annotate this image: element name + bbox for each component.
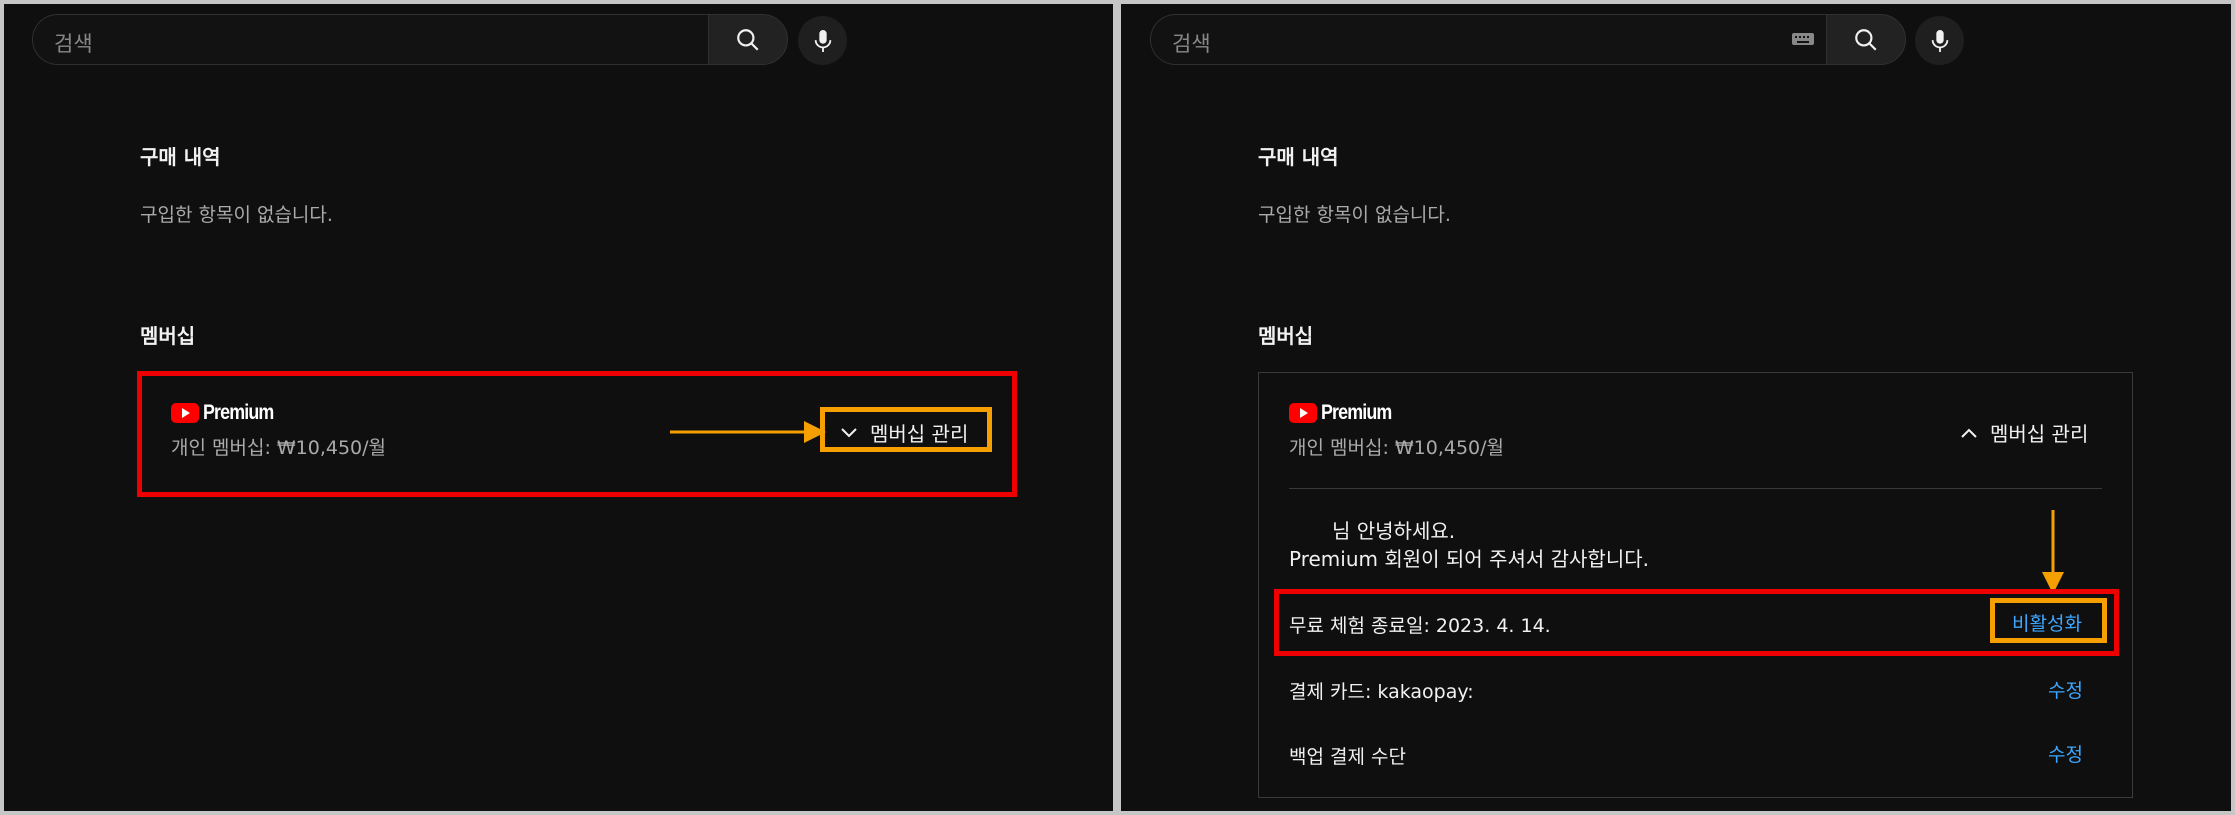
search-icon: [737, 28, 759, 51]
arrow-down-icon: [2042, 510, 2064, 594]
search-placeholder: 검색: [54, 32, 93, 56]
purchases-empty-text: 구입한 항목이 없습니다.: [140, 204, 333, 226]
chevron-up-icon: [1961, 428, 1977, 438]
manage-membership-label: 멤버십 관리: [1990, 422, 2089, 446]
payment-card-label: 결제 카드: kakaopay:: [1289, 681, 1474, 703]
purchases-title: 구매 내역: [140, 145, 221, 169]
purchases-empty-text: 구입한 항목이 없습니다.: [1258, 204, 1451, 226]
search-button[interactable]: [708, 14, 788, 65]
thanks-text: Premium 회원이 되어 주셔서 감사합니다.: [1289, 547, 1649, 571]
voice-search-button[interactable]: [798, 16, 847, 65]
voice-search-button[interactable]: [1915, 16, 1964, 65]
membership-title: 멤버십: [140, 324, 196, 348]
search-input[interactable]: 검색: [32, 14, 710, 65]
mic-icon: [1931, 29, 1948, 52]
edit-backup-payment-button[interactable]: 수정: [2048, 740, 2083, 767]
greeting-text: 님 안녕하세요.: [1332, 519, 1456, 543]
search-icon: [1855, 28, 1877, 51]
membership-title: 멤버십: [1258, 324, 1314, 348]
deactivate-highlight: [1990, 598, 2107, 643]
panel-after: 검색 구매 내역 구입한 항목이 없습니다. 멤버십 Premium 개인 멤버…: [1121, 4, 2231, 811]
edit-payment-card-button[interactable]: 수정: [2048, 676, 2083, 703]
search-input[interactable]: 검색: [1150, 14, 1828, 65]
panel-before: 검색 구매 내역 구입한 항목이 없습니다. 멤버십 Premium 개인 멤버…: [4, 4, 1113, 811]
backup-payment-label: 백업 결제 수단: [1289, 746, 1406, 768]
plan-price: 개인 멤버십: ₩10,450/월: [1289, 437, 1505, 459]
youtube-premium-logo: Premium: [1289, 401, 1404, 425]
search-placeholder: 검색: [1172, 32, 1211, 56]
mic-icon: [814, 29, 831, 52]
premium-brand: Premium: [1321, 401, 1392, 424]
manage-membership-button[interactable]: 멤버십 관리: [1960, 418, 2088, 447]
search-button[interactable]: [1826, 14, 1906, 65]
manage-button-highlight: [820, 407, 992, 452]
youtube-logo-icon: [1289, 403, 1317, 423]
card-divider: [1289, 488, 2102, 489]
purchases-title: 구매 내역: [1258, 145, 1339, 169]
keyboard-icon[interactable]: [1791, 31, 1815, 47]
